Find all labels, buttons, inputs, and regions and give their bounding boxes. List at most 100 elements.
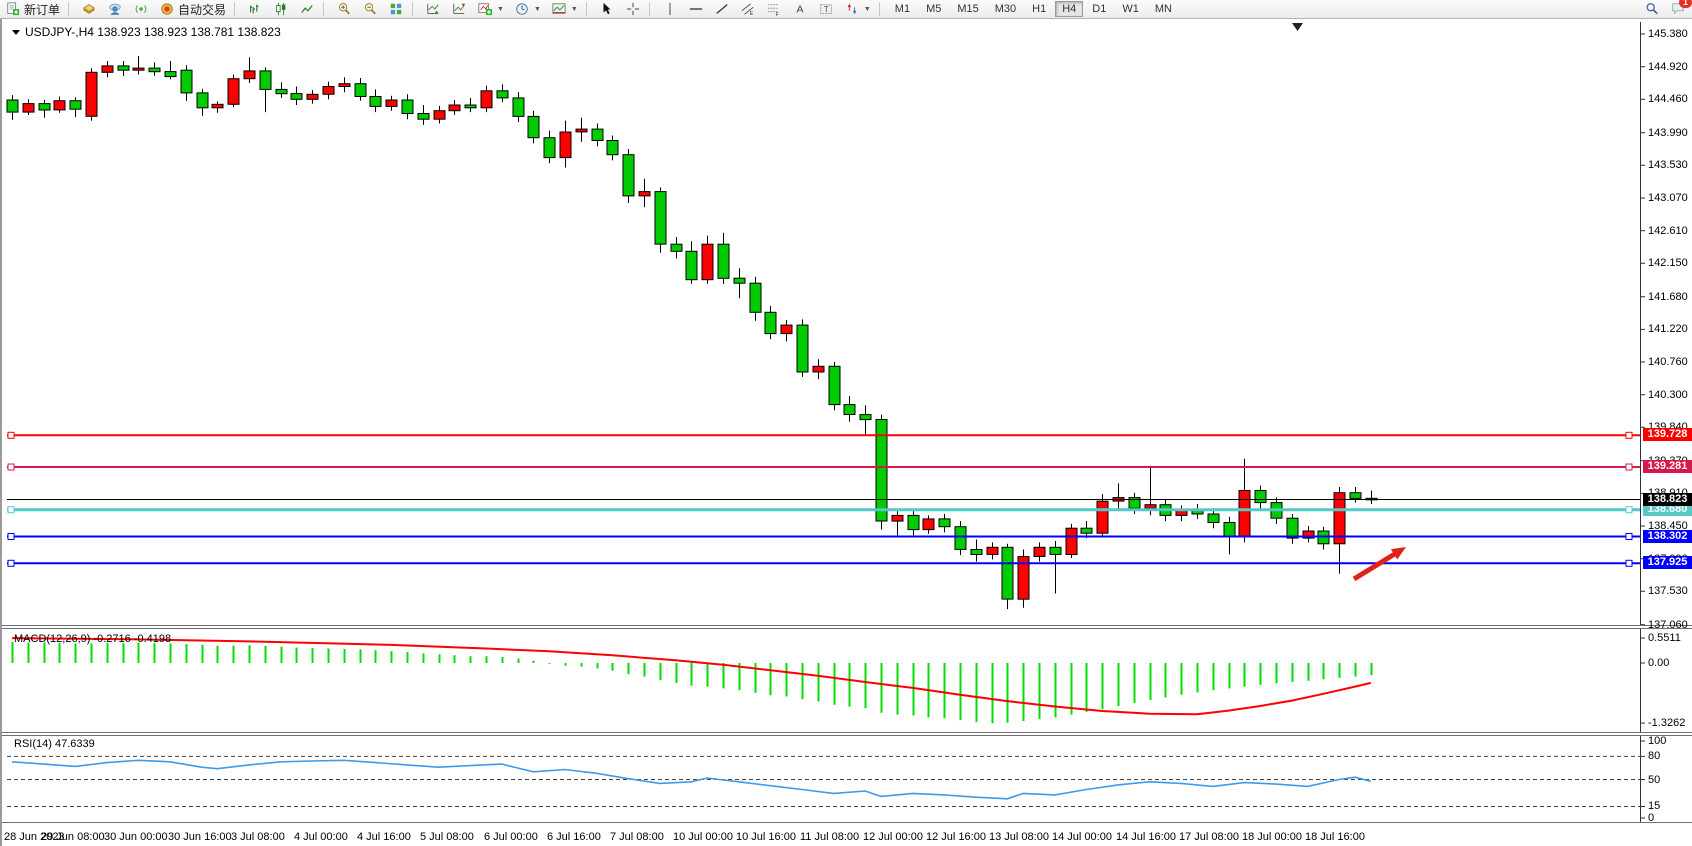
toolbar-separator	[586, 2, 592, 16]
vertical-line-tool-button[interactable]	[657, 1, 683, 17]
candle-bearish	[291, 87, 302, 106]
channel-tool-button[interactable]: E	[735, 1, 761, 17]
candle-bullish	[1066, 524, 1077, 558]
bar-chart-button[interactable]	[242, 1, 268, 17]
rsi-tick-label: 100	[1648, 735, 1666, 747]
equidistant-channel-icon: E	[740, 2, 756, 16]
candle-bullish	[1113, 483, 1124, 509]
candle-bullish	[434, 106, 445, 124]
candle-bullish	[576, 118, 587, 142]
candle-bullish	[228, 75, 239, 108]
text-icon: A	[792, 2, 808, 16]
template-button[interactable]: ▼	[546, 1, 583, 17]
cursor-tool-button[interactable]	[594, 1, 620, 17]
macd-tick-label: 0.5511	[1648, 632, 1681, 644]
line-chart-icon	[299, 2, 315, 16]
candle-bullish	[1034, 542, 1045, 561]
candle-bullish	[323, 82, 334, 100]
timeframe-button-m1[interactable]: M1	[888, 1, 917, 17]
autotrade-button[interactable]: 自动交易	[154, 1, 231, 17]
candle-bearish	[513, 92, 524, 122]
depth-of-market-button[interactable]	[446, 1, 472, 17]
candle-bullish	[781, 320, 792, 341]
timeframe-button-m30[interactable]: M30	[988, 1, 1023, 17]
textbox-letter: T	[824, 5, 829, 14]
date-tick-label: 10 Jul 00:00	[673, 831, 733, 843]
rsi-tick-label: 0	[1648, 812, 1654, 824]
chart-title-text: USDJPY-,H4 138.923 138.923 138.781 138.8…	[25, 25, 281, 39]
template-icon	[551, 2, 567, 16]
level-price-label: 139.281	[1643, 460, 1692, 473]
zoom-in-button[interactable]	[331, 1, 357, 17]
candle-bearish	[39, 100, 50, 118]
zoom-out-button[interactable]	[357, 1, 383, 17]
toolbar-separator	[68, 2, 74, 16]
timeframe-button-mn[interactable]: MN	[1148, 1, 1179, 17]
candle-bearish	[418, 105, 429, 125]
candle-bearish	[797, 319, 808, 377]
candle-bearish	[686, 241, 697, 284]
search-icon[interactable]	[1644, 2, 1660, 16]
community-button[interactable]	[102, 1, 128, 17]
candle-bearish	[592, 124, 603, 147]
signals-button[interactable]	[128, 1, 154, 17]
timeframe-button-w1[interactable]: W1	[1115, 1, 1146, 17]
text-letter: A	[796, 4, 803, 16]
candle-bearish	[370, 89, 381, 112]
timeframe-button-h4[interactable]: H4	[1055, 1, 1083, 17]
arrows-tool-button[interactable]: ▼	[839, 1, 876, 17]
panel-splitter[interactable]	[2, 625, 1692, 629]
new-order-button[interactable]: 新订单	[0, 1, 65, 17]
candle-bullish	[86, 68, 97, 121]
price-tick-label: 140.300	[1648, 389, 1688, 401]
candle-bearish	[260, 67, 271, 112]
candle-bearish	[908, 511, 919, 535]
panel-splitter[interactable]	[2, 732, 1692, 736]
candle-bearish	[1255, 486, 1266, 510]
line-chart-button[interactable]	[294, 1, 320, 17]
level-price-label: 137.925	[1643, 556, 1692, 569]
crosshair-icon	[625, 2, 641, 16]
price-tick-label: 145.380	[1648, 28, 1688, 40]
candle-bearish	[528, 111, 539, 144]
date-tick-label: 12 Jul 16:00	[926, 831, 986, 843]
horizontal-line-tool-button[interactable]	[683, 1, 709, 17]
candle-bullish	[987, 542, 998, 559]
timeframe-button-m5[interactable]: M5	[919, 1, 948, 17]
date-tick-label: 29 Jun 08:00	[41, 831, 105, 843]
trendline-tool-button[interactable]	[709, 1, 735, 17]
line-endpoint-handle	[1626, 534, 1632, 540]
candle-bullish	[307, 90, 318, 104]
level-price-label: 139.728	[1643, 428, 1692, 441]
period-button[interactable]: ▼	[509, 1, 546, 17]
date-tick-label: 14 Jul 00:00	[1052, 831, 1112, 843]
tile-windows-icon	[388, 2, 404, 16]
indicator-window-icon	[425, 2, 441, 16]
fibonacci-tool-button[interactable]: F	[761, 1, 787, 17]
candle-bullish	[102, 61, 113, 77]
date-tick-label: 17 Jul 08:00	[1179, 831, 1239, 843]
current-price-label: 138.823	[1643, 493, 1692, 506]
dropdown-caret-icon: ▼	[864, 6, 871, 13]
chart-dropdown-icon[interactable]	[12, 30, 20, 35]
candle-bearish	[765, 306, 776, 339]
text-tool-button[interactable]: A	[787, 1, 813, 17]
candle-bearish	[1287, 514, 1298, 544]
cursor-icon	[599, 2, 615, 16]
market-watch-button[interactable]	[76, 1, 102, 17]
indicator-window-button[interactable]	[420, 1, 446, 17]
timeframe-button-h1[interactable]: H1	[1025, 1, 1053, 17]
textbox-tool-button[interactable]: T	[813, 1, 839, 17]
chart-plot-area[interactable]	[2, 19, 1692, 846]
line-endpoint-handle	[1626, 507, 1632, 513]
notifications-button[interactable]: 1	[1670, 1, 1686, 18]
crosshair-tool-button[interactable]	[620, 1, 646, 17]
add-indicator-button[interactable]: ▼	[472, 1, 509, 17]
candle-chart-button[interactable]	[268, 1, 294, 17]
candle-bullish	[54, 97, 65, 113]
tile-windows-button[interactable]	[383, 1, 409, 17]
candle-bullish	[1018, 550, 1029, 608]
timeframe-button-d1[interactable]: D1	[1085, 1, 1113, 17]
timeframe-button-m15[interactable]: M15	[950, 1, 985, 17]
toolbar-separator	[649, 2, 655, 16]
